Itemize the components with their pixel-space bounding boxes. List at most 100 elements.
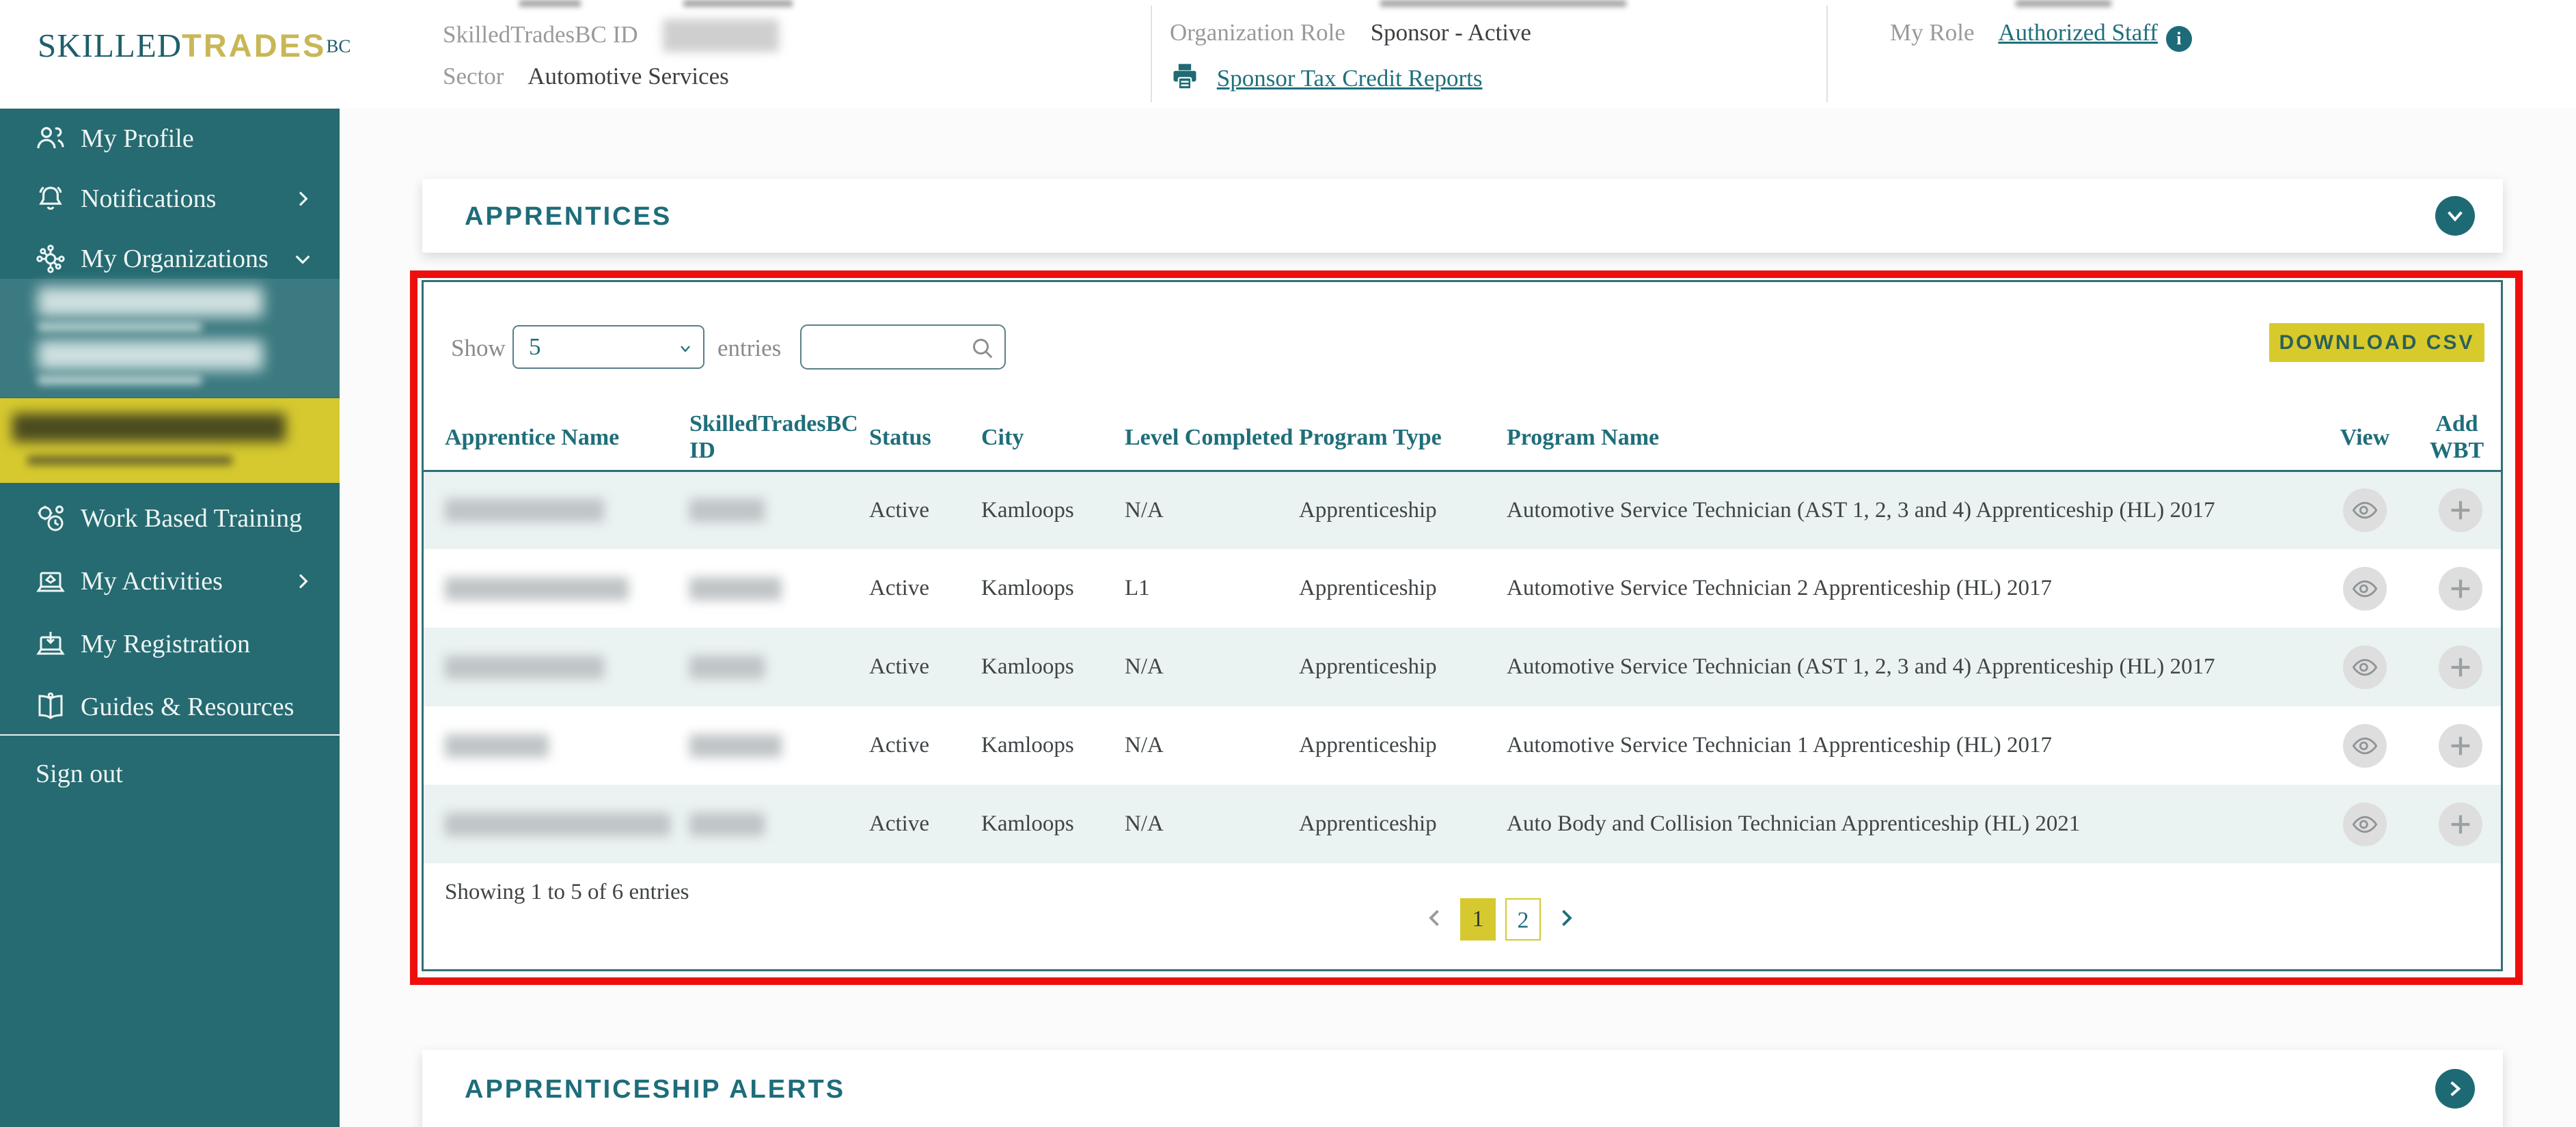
page-header: SKILLEDTRADESBC SkilledTradesBC ID Secto… [0, 0, 2576, 109]
view-apprentice-button[interactable] [2343, 645, 2387, 689]
view-apprentice-button[interactable] [2343, 723, 2387, 768]
level-cell: N/A [1125, 785, 1299, 863]
col-city[interactable]: City [981, 405, 1125, 472]
program-name-cell: Automotive Service Technician (AST 1, 2,… [1507, 628, 2310, 706]
download-csv-button[interactable]: DOWNLOAD CSV [2269, 323, 2484, 362]
sector-label: Sector [443, 63, 504, 89]
chevron-right-icon [2450, 1081, 2461, 1096]
apprentices-table-card: Show 5 entries DOWNLOAD CSV Apprentice N… [422, 280, 2503, 971]
apprenticeship-alerts-title: APPRENTICESHIP ALERTS [465, 1075, 846, 1104]
org-id-value-redacted [663, 19, 780, 52]
table-header-row: Apprentice Name SkilledTradesBC ID Statu… [424, 405, 2501, 472]
add-wbt-button[interactable] [2438, 723, 2482, 768]
eye-icon [2352, 737, 2378, 754]
program-name-cell: Automotive Service Technician (AST 1, 2,… [1507, 471, 2310, 549]
city-cell: Kamloops [981, 576, 1074, 600]
apprentices-title: APPRENTICES [465, 202, 672, 231]
program-type-cell: Apprenticeship [1299, 733, 1437, 757]
program-name-cell: Auto Body and Collision Technician Appre… [1507, 785, 2310, 863]
chevron-right-icon [292, 570, 314, 592]
col-level-completed[interactable]: Level Completed [1125, 405, 1299, 472]
level-cell: N/A [1125, 733, 1164, 757]
page-size-select[interactable]: 5 [512, 325, 704, 369]
status-cell: Active [869, 628, 981, 706]
table-row: Active Kamloops N/A Apprenticeship Autom… [424, 471, 2501, 549]
organization-sublist [0, 279, 340, 398]
apprenticeship-alerts-section: APPRENTICESHIP ALERTS [422, 1050, 2503, 1127]
sidebar-item-guides-resources[interactable]: Guides & Resources [0, 677, 340, 737]
status-cell: Active [869, 733, 929, 757]
org-info-column: SkilledTradesBC ID Sector Automotive Ser… [443, 0, 1147, 109]
col-program-name[interactable]: Program Name [1507, 405, 2310, 472]
chevron-down-icon [681, 346, 690, 352]
logo-skilled: SKILLED [38, 27, 182, 64]
show-label: Show [451, 335, 506, 361]
program-name-cell: Automotive Service Technician 2 Apprenti… [1507, 576, 2053, 600]
sidebar-item-notifications[interactable]: Notifications [0, 169, 340, 229]
org-role-label: Organization Role [1170, 19, 1345, 46]
sidebar-item-label: Notifications [81, 184, 217, 213]
sidebar-item-label: Guides & Resources [81, 693, 294, 721]
status-cell: Active [869, 576, 929, 600]
header-divider [1826, 5, 1828, 102]
col-skilledtradesbc-id[interactable]: SkilledTradesBC ID [689, 405, 869, 472]
col-add-wbt: Add WBT [2420, 405, 2501, 472]
authorized-staff-link[interactable]: Authorized Staff [1998, 19, 2158, 46]
sidebar-item-label: My Registration [81, 630, 251, 658]
plus-icon [2451, 501, 2469, 520]
apprentice-name-redacted [424, 471, 689, 549]
city-cell: Kamloops [981, 785, 1125, 863]
activities-laptop-icon [34, 565, 67, 598]
search-input[interactable] [811, 329, 968, 365]
add-wbt-button[interactable] [2438, 566, 2482, 611]
next-page-button[interactable] [1554, 906, 1578, 934]
sidebar-item-my-activities[interactable]: My Activities [0, 551, 340, 611]
add-wbt-button[interactable] [2438, 488, 2482, 533]
collapse-apprentices-button[interactable] [2435, 196, 2475, 236]
sidebar-item-label: My Activities [81, 567, 223, 596]
pagination: 1 2 [1416, 898, 1585, 941]
col-program-type[interactable]: Program Type [1299, 405, 1507, 472]
eye-icon [2352, 580, 2378, 597]
apprentice-name-redacted [424, 706, 689, 785]
table-row: Active Kamloops N/A Apprenticeship Autom… [424, 706, 2501, 785]
previous-page-button[interactable] [1423, 906, 1447, 934]
col-apprentice-name[interactable]: Apprentice Name [424, 405, 689, 472]
sidebar-item-sign-out[interactable]: Sign out [0, 744, 340, 804]
page-1-button[interactable]: 1 [1460, 898, 1496, 941]
city-cell: Kamloops [981, 471, 1125, 549]
search-icon [973, 339, 993, 359]
logo-trades: TRADES [182, 27, 327, 64]
my-role-column: My Role Authorized Staff i [1890, 0, 2505, 109]
view-apprentice-button[interactable] [2343, 488, 2387, 533]
sector-value: Automotive Services [527, 63, 729, 89]
level-cell: N/A [1125, 628, 1299, 706]
col-view: View [2310, 405, 2420, 472]
organization-subitem-selected-redacted[interactable] [0, 398, 340, 483]
apprentice-id-redacted [689, 785, 869, 863]
page-2-button[interactable]: 2 [1505, 898, 1541, 941]
add-wbt-button[interactable] [2438, 645, 2482, 689]
apprentice-id-redacted [689, 549, 869, 628]
city-cell: Kamloops [981, 733, 1074, 757]
sidebar-item-my-registration[interactable]: My Registration [0, 614, 340, 674]
entries-label: entries [717, 335, 782, 361]
add-wbt-button[interactable] [2438, 802, 2482, 846]
sidebar-divider [0, 734, 340, 736]
table-row: Active Kamloops L1 Apprenticeship Automo… [424, 549, 2501, 628]
sponsor-tax-credit-reports-link[interactable]: Sponsor Tax Credit Reports [1217, 65, 1483, 92]
apprentice-name-redacted [424, 628, 689, 706]
skilledtradesbc-logo[interactable]: SKILLEDTRADESBC [38, 26, 351, 65]
view-apprentice-button[interactable] [2343, 566, 2387, 611]
page-size-value: 5 [529, 333, 541, 360]
col-status[interactable]: Status [869, 405, 981, 472]
level-cell: L1 [1125, 576, 1150, 600]
program-type-cell: Apprenticeship [1299, 785, 1507, 863]
info-icon[interactable]: i [2165, 26, 2192, 52]
sidebar-item-work-based-training[interactable]: Work Based Training [0, 488, 340, 548]
apprentices-section-header: APPRENTICES [422, 179, 2503, 253]
eye-icon [2352, 658, 2378, 676]
expand-alerts-button[interactable] [2435, 1069, 2475, 1109]
sidebar-item-my-profile[interactable]: My Profile [0, 109, 340, 169]
view-apprentice-button[interactable] [2343, 802, 2387, 846]
